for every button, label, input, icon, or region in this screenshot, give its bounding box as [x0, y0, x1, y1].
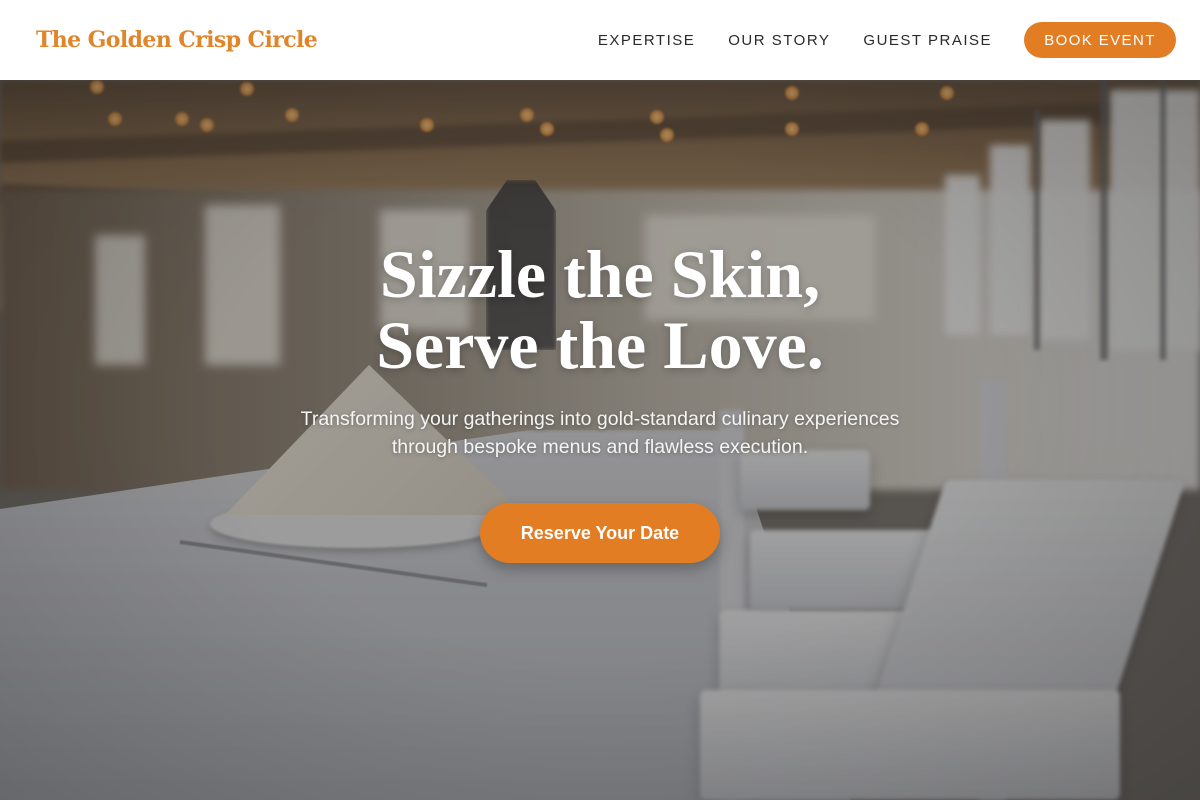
- hero-headline: Sizzle the Skin, Serve the Love.: [376, 239, 824, 381]
- main-nav: EXPERTISE OUR STORY GUEST PRAISE BOOK EV…: [598, 22, 1176, 58]
- nav-link-guest-praise[interactable]: GUEST PRAISE: [863, 32, 992, 49]
- hero-headline-line: Serve the Love.: [376, 307, 824, 383]
- hero-subtitle-line: Transforming your gatherings into gold-s…: [300, 408, 900, 430]
- hero-subtitle-line: through bespoke menus and flawless execu…: [391, 436, 809, 458]
- nav-link-expertise[interactable]: EXPERTISE: [598, 32, 695, 49]
- book-event-button[interactable]: BOOK EVENT: [1024, 22, 1176, 58]
- brand-logo[interactable]: The Golden Crisp Circle: [36, 27, 318, 53]
- hero-headline-line: Sizzle the Skin,: [379, 236, 821, 312]
- site-header: The Golden Crisp Circle EXPERTISE OUR ST…: [0, 0, 1200, 80]
- hero-subtitle: Transforming your gatherings into gold-s…: [260, 405, 940, 461]
- hero-content: Sizzle the Skin, Serve the Love. Transfo…: [0, 80, 1200, 800]
- reserve-date-button[interactable]: Reserve Your Date: [480, 503, 720, 563]
- nav-link-our-story[interactable]: OUR STORY: [728, 32, 830, 49]
